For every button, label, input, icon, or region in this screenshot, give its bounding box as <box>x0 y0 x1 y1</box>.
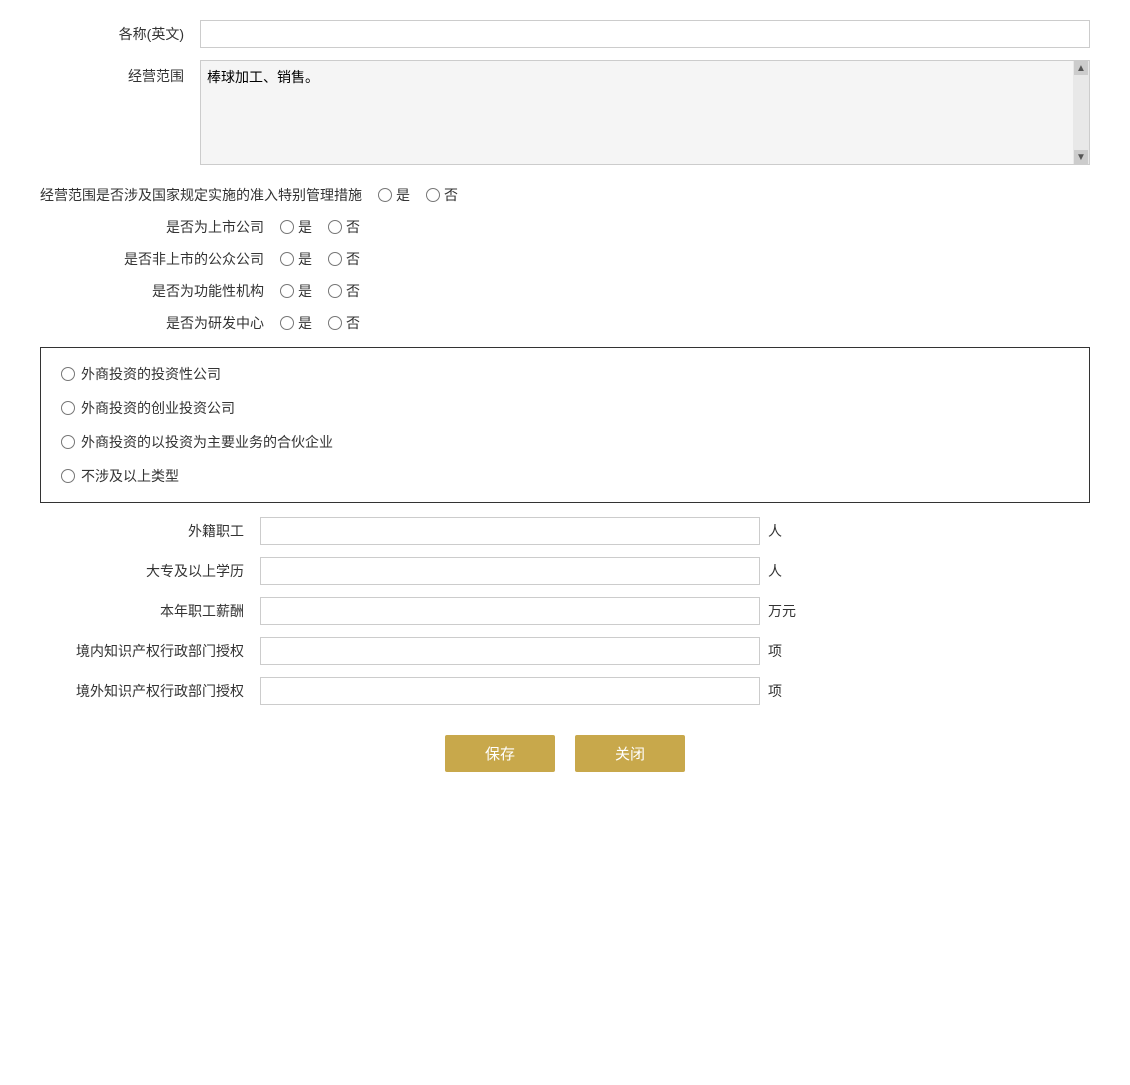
business-scope-label: 经营范围 <box>40 60 200 86</box>
button-row: 保存 关闭 <box>40 735 1090 772</box>
form-container: 各称(英文) 经营范围 棒球加工、销售。 ▲ ▼ 经营范围是否涉及国家规定实施的… <box>40 20 1090 772</box>
yes-text-2: 是 <box>298 217 312 237</box>
functional-yes-label[interactable]: 是 <box>280 281 312 301</box>
listed-yes-radio[interactable] <box>280 220 294 234</box>
public-unlisted-yes-radio[interactable] <box>280 252 294 266</box>
special-management-radio-group: 是 否 <box>378 185 468 205</box>
foreign-ip-row: 境外知识产权行政部门授权 项 <box>40 677 1090 705</box>
no-text-4: 否 <box>346 281 360 301</box>
investment-option-3-radio[interactable] <box>61 435 75 449</box>
college-above-label: 大专及以上学历 <box>40 561 260 581</box>
rnd-row: 是否为研发中心 是 否 <box>40 313 1090 333</box>
name-en-label: 各称(英文) <box>40 24 200 44</box>
domestic-ip-input[interactable] <box>260 637 760 665</box>
investment-option-2-text: 外商投资的创业投资公司 <box>81 398 235 418</box>
special-management-no-label[interactable]: 否 <box>426 185 458 205</box>
investment-type-box: 外商投资的投资性公司 外商投资的创业投资公司 外商投资的以投资为主要业务的合伙企… <box>40 347 1090 503</box>
listed-row: 是否为上市公司 是 否 <box>40 217 1090 237</box>
public-unlisted-yes-label[interactable]: 是 <box>280 249 312 269</box>
functional-yes-radio[interactable] <box>280 284 294 298</box>
functional-radio-group: 是 否 <box>280 281 370 301</box>
investment-option-3-label[interactable]: 外商投资的以投资为主要业务的合伙企业 <box>61 432 333 452</box>
investment-option-4-item: 不涉及以上类型 <box>61 466 1069 486</box>
no-text-2: 否 <box>346 217 360 237</box>
no-text-1: 否 <box>444 185 458 205</box>
rnd-no-label[interactable]: 否 <box>328 313 360 333</box>
foreign-ip-unit: 项 <box>760 681 782 701</box>
public-unlisted-row: 是否非上市的公众公司 是 否 <box>40 249 1090 269</box>
yes-text-5: 是 <box>298 313 312 333</box>
college-above-unit: 人 <box>760 561 782 581</box>
textarea-scrollbar[interactable]: ▲ ▼ <box>1073 61 1089 164</box>
investment-option-3-item: 外商投资的以投资为主要业务的合伙企业 <box>61 432 1069 452</box>
foreign-workers-input[interactable] <box>260 517 760 545</box>
scroll-up-arrow[interactable]: ▲ <box>1074 61 1088 75</box>
investment-option-2-item: 外商投资的创业投资公司 <box>61 398 1069 418</box>
domestic-ip-row: 境内知识产权行政部门授权 项 <box>40 637 1090 665</box>
foreign-ip-input[interactable] <box>260 677 760 705</box>
investment-option-4-radio[interactable] <box>61 469 75 483</box>
functional-no-label[interactable]: 否 <box>328 281 360 301</box>
investment-option-2-radio[interactable] <box>61 401 75 415</box>
functional-row: 是否为功能性机构 是 否 <box>40 281 1090 301</box>
rnd-yes-label[interactable]: 是 <box>280 313 312 333</box>
special-management-no-radio[interactable] <box>426 188 440 202</box>
special-management-row: 经营范围是否涉及国家规定实施的准入特别管理措施 是 否 <box>40 185 1090 205</box>
investment-option-1-item: 外商投资的投资性公司 <box>61 364 1069 384</box>
functional-label: 是否为功能性机构 <box>40 281 280 301</box>
close-button[interactable]: 关闭 <box>575 735 685 772</box>
yes-text-4: 是 <box>298 281 312 301</box>
public-unlisted-no-radio[interactable] <box>328 252 342 266</box>
listed-no-label[interactable]: 否 <box>328 217 360 237</box>
special-management-yes-label[interactable]: 是 <box>378 185 410 205</box>
investment-option-4-label[interactable]: 不涉及以上类型 <box>61 466 179 486</box>
college-above-row: 大专及以上学历 人 <box>40 557 1090 585</box>
special-management-label: 经营范围是否涉及国家规定实施的准入特别管理措施 <box>40 185 378 205</box>
public-unlisted-radio-group: 是 否 <box>280 249 370 269</box>
business-scope-textarea-wrapper: 棒球加工、销售。 ▲ ▼ <box>200 60 1090 165</box>
annual-salary-input[interactable] <box>260 597 760 625</box>
annual-salary-row: 本年职工薪酬 万元 <box>40 597 1090 625</box>
business-scope-textarea[interactable]: 棒球加工、销售。 <box>201 61 1089 161</box>
investment-option-4-text: 不涉及以上类型 <box>81 466 179 486</box>
listed-yes-label[interactable]: 是 <box>280 217 312 237</box>
listed-radio-group: 是 否 <box>280 217 370 237</box>
foreign-workers-label: 外籍职工 <box>40 521 260 541</box>
public-unlisted-no-label[interactable]: 否 <box>328 249 360 269</box>
no-text-5: 否 <box>346 313 360 333</box>
college-above-input[interactable] <box>260 557 760 585</box>
foreign-ip-label: 境外知识产权行政部门授权 <box>40 681 260 701</box>
rnd-label: 是否为研发中心 <box>40 313 280 333</box>
domestic-ip-label: 境内知识产权行政部门授权 <box>40 641 260 661</box>
yes-text-1: 是 <box>396 185 410 205</box>
annual-salary-label: 本年职工薪酬 <box>40 601 260 621</box>
scroll-down-arrow[interactable]: ▼ <box>1074 150 1088 164</box>
domestic-ip-unit: 项 <box>760 641 782 661</box>
functional-no-radio[interactable] <box>328 284 342 298</box>
name-en-row: 各称(英文) <box>40 20 1090 48</box>
rnd-radio-group: 是 否 <box>280 313 370 333</box>
business-scope-row: 经营范围 棒球加工、销售。 ▲ ▼ <box>40 60 1090 165</box>
investment-option-1-label[interactable]: 外商投资的投资性公司 <box>61 364 221 384</box>
name-en-input[interactable] <box>200 20 1090 48</box>
listed-no-radio[interactable] <box>328 220 342 234</box>
investment-option-2-label[interactable]: 外商投资的创业投资公司 <box>61 398 235 418</box>
listed-label: 是否为上市公司 <box>40 217 280 237</box>
rnd-yes-radio[interactable] <box>280 316 294 330</box>
public-unlisted-label: 是否非上市的公众公司 <box>40 249 280 269</box>
investment-option-1-radio[interactable] <box>61 367 75 381</box>
yes-text-3: 是 <box>298 249 312 269</box>
investment-option-1-text: 外商投资的投资性公司 <box>81 364 221 384</box>
special-management-yes-radio[interactable] <box>378 188 392 202</box>
no-text-3: 否 <box>346 249 360 269</box>
foreign-workers-row: 外籍职工 人 <box>40 517 1090 545</box>
foreign-workers-unit: 人 <box>760 521 782 541</box>
save-button[interactable]: 保存 <box>445 735 555 772</box>
rnd-no-radio[interactable] <box>328 316 342 330</box>
annual-salary-unit: 万元 <box>760 601 796 621</box>
investment-option-3-text: 外商投资的以投资为主要业务的合伙企业 <box>81 432 333 452</box>
